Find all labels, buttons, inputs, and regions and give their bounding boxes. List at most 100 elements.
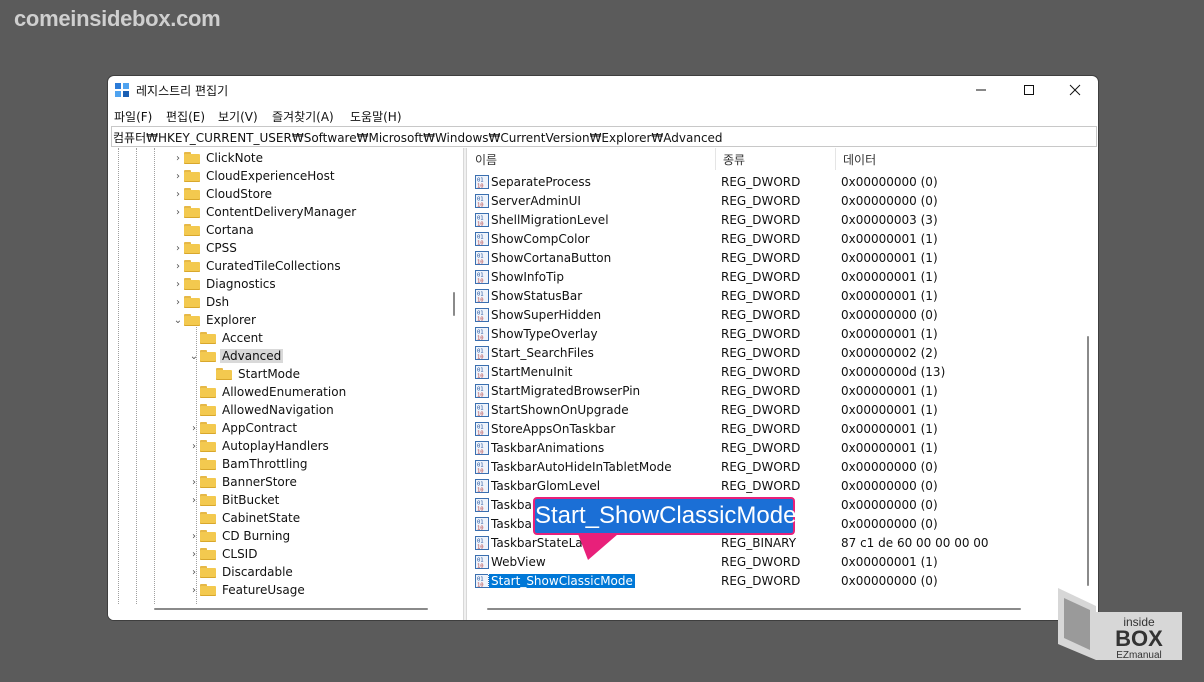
tree-node-label: AppContract bbox=[222, 421, 298, 435]
tree-horizontal-scrollbar[interactable] bbox=[154, 608, 428, 610]
tree-node[interactable]: › FeatureUsage bbox=[188, 581, 307, 599]
title-bar[interactable]: 레지스트리 편집기 bbox=[108, 76, 1098, 104]
chevron-right-icon[interactable]: › bbox=[188, 473, 200, 491]
chevron-right-icon[interactable]: › bbox=[188, 491, 200, 509]
tree-node[interactable]: CabinetState bbox=[188, 509, 302, 527]
value-data: 0x00000001 (1) bbox=[841, 270, 938, 284]
tree-node[interactable]: BamThrottling bbox=[188, 455, 310, 473]
key-tree-pane[interactable]: › ClickNote › CloudExperienceHost › CloudStor… bbox=[108, 148, 463, 620]
list-horizontal-scrollbar[interactable] bbox=[487, 608, 1021, 610]
column-header-name[interactable]: 이름 bbox=[475, 148, 497, 170]
tree-node[interactable]: AllowedEnumeration bbox=[188, 383, 348, 401]
menu-edit[interactable]: 편집(E) bbox=[166, 108, 205, 125]
registry-value-row[interactable]: 01 10 Start_SearchFiles REG_DWORD 0x00000002… bbox=[467, 344, 1087, 363]
chevron-down-icon[interactable]: ⌄ bbox=[188, 347, 200, 365]
tree-node[interactable]: › CD Burning bbox=[188, 527, 292, 545]
maximize-button[interactable] bbox=[1007, 76, 1051, 104]
svg-text:10: 10 bbox=[477, 241, 484, 247]
binary-value-icon: 0110 bbox=[475, 441, 489, 455]
tree-node[interactable]: › CLSID bbox=[188, 545, 259, 563]
registry-value-row[interactable]: 01 10 SeparateProcess REG_DWORD 0x00000000 (… bbox=[467, 173, 1087, 192]
chevron-right-icon[interactable]: › bbox=[172, 185, 184, 203]
tree-node[interactable]: Accent bbox=[188, 329, 265, 347]
logo-ezmanual: EZmanual bbox=[1116, 650, 1162, 661]
registry-value-row[interactable]: 01 10 StartShownOnUpgrade REG_DWORD 0x000000… bbox=[467, 401, 1087, 420]
svg-text:10: 10 bbox=[477, 374, 484, 380]
tree-node[interactable]: › CloudStore bbox=[172, 185, 274, 203]
registry-value-row[interactable]: 01 10 ServerAdminUI REG_DWORD 0x00000000 (0) bbox=[467, 192, 1087, 211]
registry-value-row[interactable]: 01 10 ShowTypeOverlay REG_DWORD 0x00000001 (… bbox=[467, 325, 1087, 344]
menu-file[interactable]: 파일(F) bbox=[114, 108, 152, 125]
list-vertical-scrollbar[interactable] bbox=[1087, 336, 1089, 586]
registry-value-row[interactable]: 01 10 ShowSuperHidden REG_DWORD 0x00000000 (… bbox=[467, 306, 1087, 325]
chevron-right-icon[interactable]: › bbox=[188, 545, 200, 563]
tree-node[interactable]: › ContentDeliveryManager bbox=[172, 203, 358, 221]
registry-value-row[interactable]: 01 10 ShowStatusBar REG_DWORD 0x00000001 (1) bbox=[467, 287, 1087, 306]
tree-vertical-scrollbar[interactable] bbox=[453, 292, 455, 316]
chevron-right-icon bbox=[188, 455, 200, 473]
value-data: 0x00000000 (0) bbox=[841, 574, 938, 588]
tree-node[interactable]: › AutoplayHandlers bbox=[188, 437, 331, 455]
address-bar[interactable]: 컴퓨터₩HKEY_CURRENT_USER₩Software₩Microsoft… bbox=[111, 126, 1097, 147]
tree-node[interactable]: ⌄ Advanced bbox=[188, 347, 284, 365]
menu-view[interactable]: 보기(V) bbox=[218, 108, 258, 125]
registry-value-row[interactable]: 01 10 Start_ShowClassicMode REG_DWORD 0x0000… bbox=[467, 572, 1087, 591]
registry-value-row[interactable]: 01 10 ShowCortanaButton REG_DWORD 0x00000001… bbox=[467, 249, 1087, 268]
chevron-right-icon[interactable]: › bbox=[172, 257, 184, 275]
tree-node[interactable]: ⌄ Explorer bbox=[172, 311, 258, 329]
value-data: 0x00000001 (1) bbox=[841, 441, 938, 455]
chevron-right-icon[interactable]: › bbox=[172, 149, 184, 167]
registry-value-row[interactable]: 01 10 ShowCompColor REG_DWORD 0x00000001 (1) bbox=[467, 230, 1087, 249]
registry-value-row[interactable]: 01 10 WebView REG_DWORD 0x00000001 (1) bbox=[467, 553, 1087, 572]
column-header-type[interactable]: 종류 bbox=[723, 148, 745, 170]
menu-favorites[interactable]: 즐겨찾기(A) bbox=[272, 108, 334, 125]
svg-text:10: 10 bbox=[477, 545, 484, 551]
registry-value-row[interactable]: 01 10 StartMenuInit REG_DWORD 0x0000000d (13… bbox=[467, 363, 1087, 382]
column-header-data[interactable]: 데이터 bbox=[843, 148, 876, 170]
tree-node-label: CPSS bbox=[206, 241, 237, 255]
tree-node[interactable]: › CloudExperienceHost bbox=[172, 167, 337, 185]
minimize-button[interactable] bbox=[959, 76, 1003, 104]
registry-value-row[interactable]: 01 10 TaskbarAutoHideInTabletMode REG_DWORD… bbox=[467, 458, 1087, 477]
chevron-right-icon[interactable]: › bbox=[188, 419, 200, 437]
chevron-right-icon[interactable]: › bbox=[172, 293, 184, 311]
tree-node[interactable]: Cortana bbox=[172, 221, 256, 239]
registry-value-row[interactable]: 01 10 TaskbarAnimations REG_DWORD 0x00000001… bbox=[467, 439, 1087, 458]
value-name: StartShownOnUpgrade bbox=[491, 403, 629, 417]
chevron-right-icon[interactable]: › bbox=[188, 563, 200, 581]
registry-value-row[interactable]: 01 10 TaskbarGlomLevel REG_DWORD 0x00000000 … bbox=[467, 477, 1087, 496]
chevron-right-icon[interactable]: › bbox=[188, 581, 200, 599]
value-data: 0x0000000d (13) bbox=[841, 365, 946, 379]
value-data: 0x00000001 (1) bbox=[841, 289, 938, 303]
chevron-right-icon[interactable]: › bbox=[172, 275, 184, 293]
value-type: REG_DWORD bbox=[721, 460, 801, 474]
chevron-right-icon[interactable]: › bbox=[188, 437, 200, 455]
menu-help[interactable]: 도움말(H) bbox=[350, 108, 402, 125]
chevron-down-icon[interactable]: ⌄ bbox=[172, 311, 184, 329]
tree-node[interactable]: › Dsh bbox=[172, 293, 231, 311]
values-list-pane[interactable]: 이름 종류 데이터 01 10 SeparateProcess REG_DWORD 0x… bbox=[467, 148, 1098, 620]
chevron-right-icon[interactable]: › bbox=[172, 203, 184, 221]
registry-value-row[interactable]: 01 10 StoreAppsOnTaskbar REG_DWORD 0x0000000… bbox=[467, 420, 1087, 439]
registry-value-row[interactable]: 01 10 ShowInfoTip REG_DWORD 0x00000001 (1) bbox=[467, 268, 1087, 287]
chevron-right-icon[interactable]: › bbox=[172, 239, 184, 257]
tree-node[interactable]: › ClickNote bbox=[172, 149, 265, 167]
close-button[interactable] bbox=[1053, 76, 1097, 104]
tree-node[interactable]: › CPSS bbox=[172, 239, 239, 257]
tree-node[interactable]: › AppContract bbox=[188, 419, 299, 437]
tree-node[interactable]: StartMode bbox=[204, 365, 302, 383]
tree-node[interactable]: AllowedNavigation bbox=[188, 401, 336, 419]
tree-node[interactable]: › CuratedTileCollections bbox=[172, 257, 343, 275]
registry-value-row[interactable]: 01 10 ShellMigrationLevel REG_DWORD 0x000000… bbox=[467, 211, 1087, 230]
chevron-right-icon[interactable]: › bbox=[188, 527, 200, 545]
chevron-right-icon[interactable]: › bbox=[172, 167, 184, 185]
binary-value-icon: 0110 bbox=[475, 251, 489, 265]
tree-node[interactable]: › Diagnostics bbox=[172, 275, 278, 293]
registry-value-row[interactable]: 01 10 TaskbarStateLas REG_BINARY 87 c1 de 60… bbox=[467, 534, 1087, 553]
tree-node[interactable]: › BitBucket bbox=[188, 491, 281, 509]
binary-value-icon: 0110 bbox=[475, 536, 489, 550]
tree-node[interactable]: › BannerStore bbox=[188, 473, 299, 491]
tree-node[interactable]: › Discardable bbox=[188, 563, 295, 581]
registry-value-row[interactable]: 01 10 StartMigratedBrowserPin REG_DWORD 0x00… bbox=[467, 382, 1087, 401]
value-type: REG_DWORD bbox=[721, 308, 801, 322]
